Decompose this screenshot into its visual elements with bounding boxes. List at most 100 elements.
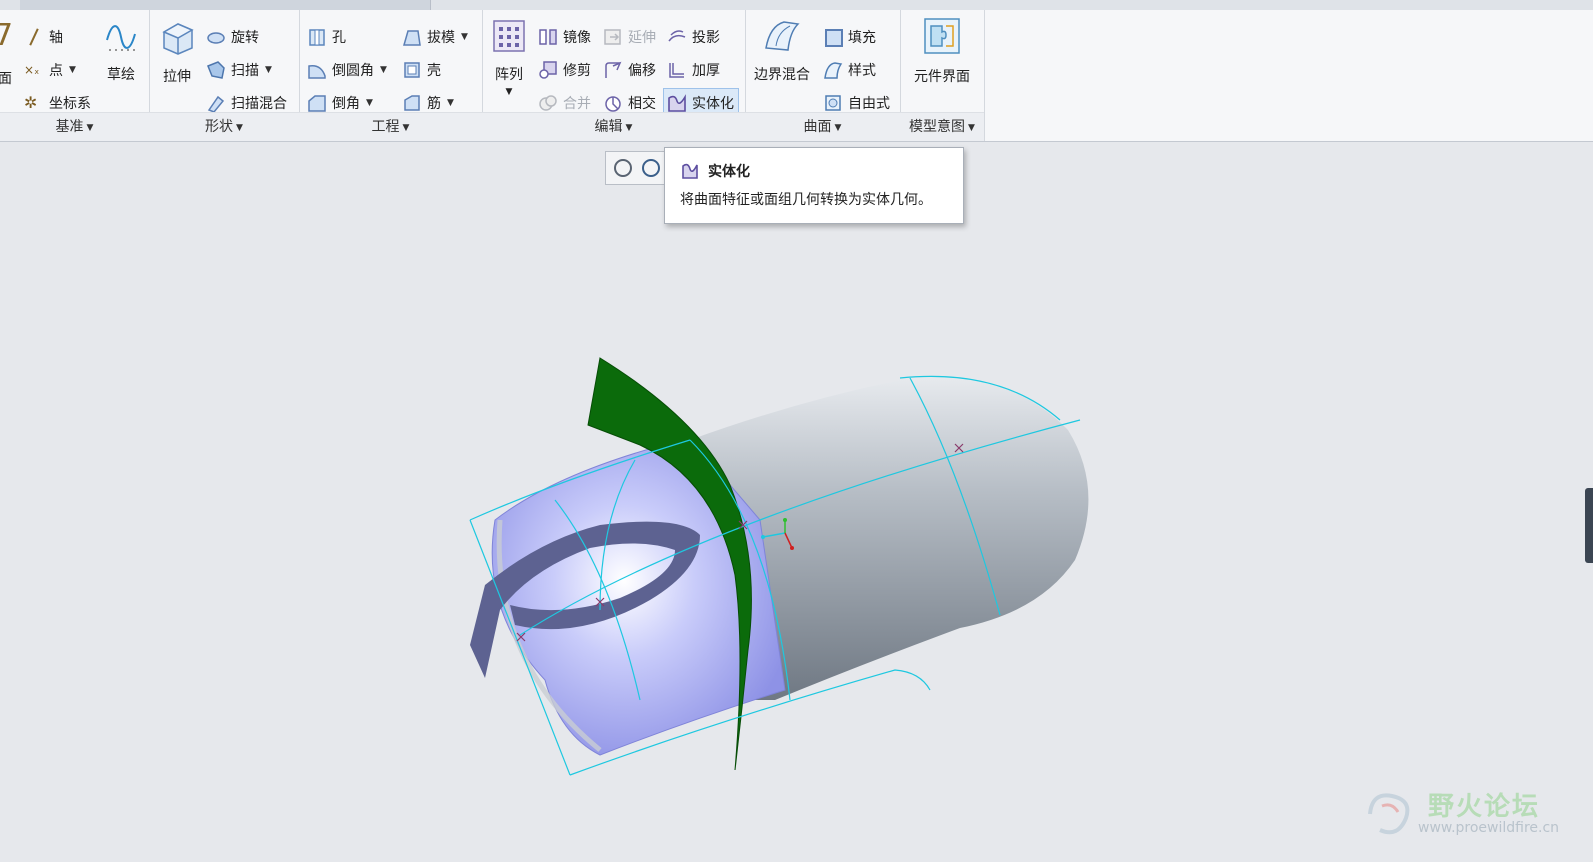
axis-icon [24,27,44,47]
extrude-button[interactable]: 拉伸 [154,18,200,86]
extend-button[interactable]: 延伸 [603,24,656,50]
csys-label: 坐标系 [49,96,91,112]
thicken-icon [667,60,687,80]
offset-icon [603,60,623,80]
component-interface-icon [924,18,960,54]
fill-button[interactable]: 填充 [823,24,876,50]
ribbon: 7 面 轴 ×ₓ 点 ▼ ✲ 坐标系 草绘 基准 ▼ 拉伸 旋转 扫描 ▼ 扫描… [0,10,1593,142]
swept-blend-icon [206,93,226,113]
project-button[interactable]: 投影 [667,24,720,50]
extend-label: 延伸 [628,30,656,46]
zoom-in-icon[interactable] [642,159,660,177]
side-panel-handle[interactable] [1585,488,1593,563]
chevron-down-icon[interactable]: ▼ [461,32,468,42]
revolve-label: 旋转 [231,30,259,46]
chevron-down-icon[interactable]: ▼ [488,87,530,97]
component-interface-button[interactable]: 元件界面 [906,16,978,86]
round-label: 倒圆角 [332,63,374,79]
ribbon-tab[interactable] [310,0,431,10]
tooltip: 实体化 将曲面特征或面组几何转换为实体几何。 [664,147,964,224]
group-label-model-intent[interactable]: 模型意图 ▼ [900,112,984,141]
group-label-datum[interactable]: 基准 ▼ [0,112,149,141]
shell-button[interactable]: 壳 [402,57,441,83]
group-datum: 7 面 轴 ×ₓ 点 ▼ ✲ 坐标系 草绘 基准 ▼ [0,10,150,141]
sketch-button[interactable]: 草绘 [100,20,142,84]
intersect-icon [603,93,623,113]
plane-label: 面 [0,71,12,87]
plane-icon[interactable]: 7 [0,18,13,53]
swept-blend-label: 扫描混合 [231,96,287,112]
revolve-button[interactable]: 旋转 [206,24,259,50]
draft-button[interactable]: 拔模 ▼ [402,24,468,50]
graphics-viewport[interactable] [0,142,1593,862]
mirror-label: 镜像 [563,30,591,46]
offset-button[interactable]: 偏移 [603,57,656,83]
rib-label: 筋 [427,96,441,112]
watermark-url: www.proewildfire.cn [1418,820,1560,836]
merge-label: 合并 [563,96,591,112]
trim-button[interactable]: 修剪 [538,57,591,83]
intersect-label: 相交 [628,96,656,112]
style-button[interactable]: 样式 [823,57,876,83]
thicken-label: 加厚 [692,63,720,79]
group-surfaces: 边界混合 填充 样式 自由式 曲面 ▼ [745,10,901,141]
ribbon-tab[interactable] [20,0,111,10]
fill-icon [823,27,843,47]
round-button[interactable]: 倒圆角 ▼ [307,57,387,83]
round-icon [307,60,327,80]
watermark-title: 野火论坛 [1428,792,1541,822]
model-3d[interactable] [0,142,1593,862]
chevron-down-icon[interactable]: ▼ [69,65,76,75]
boundary-blend-label: 边界混合 [754,67,810,83]
group-label-surfaces[interactable]: 曲面 ▼ [745,112,900,141]
ribbon-tab[interactable] [110,0,191,10]
watermark: 野火论坛 www.proewildfire.cn [1362,782,1562,844]
csys-icon: ✲ [24,93,38,112]
group-label-shapes[interactable]: 形状 ▼ [149,112,299,141]
rib-icon [402,93,422,113]
thicken-button[interactable]: 加厚 [667,57,720,83]
watermark-logo [1368,793,1410,835]
draft-icon [402,27,422,47]
group-label-editing[interactable]: 编辑 ▼ [482,112,745,141]
group-engineering: 孔 倒圆角 ▼ 倒角 ▼ 拔模 ▼ 壳 筋 ▼ 工程 ▼ [299,10,483,141]
style-label: 样式 [848,63,876,79]
tooltip-body: 将曲面特征或面组几何转换为实体几何。 [680,192,932,208]
chevron-down-icon[interactable]: ▼ [265,65,272,75]
chevron-down-icon[interactable]: ▼ [380,65,387,75]
sweep-button[interactable]: 扫描 ▼ [206,57,272,83]
tooltip-title: 实体化 [708,164,750,180]
solidify-icon [682,163,698,179]
chevron-down-icon[interactable]: ▼ [366,98,373,108]
zoom-fit-icon[interactable] [614,159,632,177]
group-editing: 阵列 ▼ 镜像 修剪 合并 延伸 偏移 相交 投影 加厚 实体化 编辑 ▼ [482,10,746,141]
shell-icon [402,60,422,80]
freestyle-label: 自由式 [848,96,890,112]
chevron-down-icon[interactable]: ▼ [447,98,454,108]
style-icon [823,60,843,80]
sweep-icon [206,60,226,80]
boundary-blend-icon [765,21,800,51]
axis-button[interactable]: 轴 [24,24,63,50]
trim-icon [538,60,558,80]
pattern-button[interactable]: 阵列 ▼ [488,18,530,97]
hole-button[interactable]: 孔 [307,24,346,50]
extrude-icon [162,23,194,55]
pattern-icon [493,20,525,52]
chamfer-icon [307,93,327,113]
solidify-label: 实体化 [692,96,734,112]
freestyle-icon [823,93,843,113]
component-interface-label: 元件界面 [914,69,970,85]
draft-label: 拔模 [427,30,455,46]
point-button[interactable]: ×ₓ 点 ▼ [24,57,76,83]
offset-label: 偏移 [628,63,656,79]
sketch-icon [106,25,136,51]
hole-icon [307,27,327,47]
extrude-label: 拉伸 [163,69,191,85]
plane-button[interactable]: 面 [0,65,12,91]
ribbon-tab[interactable] [190,0,311,10]
mirror-button[interactable]: 镜像 [538,24,591,50]
boundary-blend-button[interactable]: 边界混合 [749,18,815,84]
pattern-label: 阵列 [495,67,523,83]
group-label-engineering[interactable]: 工程 ▼ [299,112,482,141]
